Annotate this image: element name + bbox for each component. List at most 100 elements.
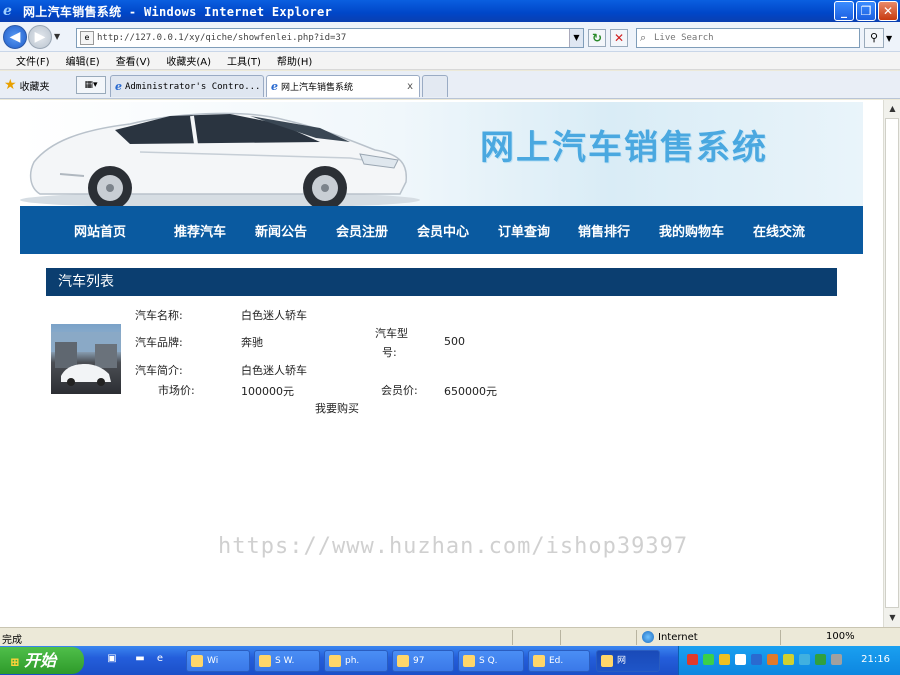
car-model-value: 500 (444, 335, 465, 348)
stop-icon: ✕ (613, 31, 625, 45)
arrow-right-icon: ▶ (34, 29, 46, 45)
globe-icon (642, 631, 654, 643)
window-titlebar[interactable]: e 网上汽车销售系统 - Windows Internet Explorer _… (0, 0, 900, 22)
nav-sales-ranking[interactable]: 销售排行 (578, 221, 630, 240)
tab-admin-control[interactable]: e Administrator's Contro... (110, 75, 264, 97)
search-input[interactable] (654, 33, 844, 43)
car-name-value: 白色迷人轿车 (241, 309, 307, 322)
member-price-value: 650000元 (444, 385, 497, 398)
car-list-header: 汽车列表 (46, 268, 837, 296)
qq-icon (463, 655, 475, 667)
taskbar-item[interactable]: S W. (254, 650, 320, 672)
tab-car-sales[interactable]: e 网上汽车销售系统 x (266, 75, 420, 97)
watermark: https://www.huzhan.com/ishop39397 (218, 534, 689, 559)
quick-tabs-button[interactable]: ▦▾ (76, 76, 106, 94)
car-photo (51, 332, 121, 386)
app-icon (397, 655, 409, 667)
status-divider (636, 630, 637, 645)
explorer-quicklaunch-icon[interactable]: ▬ (132, 653, 148, 669)
security-zone[interactable]: Internet (642, 631, 698, 643)
car-brand-value: 奔驰 (241, 336, 263, 349)
favorites-label: 收藏夹 (19, 81, 50, 93)
menu-file[interactable]: 文件(F) (16, 53, 50, 68)
taskbar-item-label: Ed. (549, 656, 564, 666)
market-price-label: 市场价: (158, 384, 195, 397)
minimize-button[interactable]: _ (834, 1, 854, 21)
tray-icon[interactable] (799, 654, 810, 665)
tab-label: 网上汽车销售系统 (281, 83, 354, 93)
star-icon: ★ (4, 77, 17, 93)
taskbar-item[interactable]: ph. (324, 650, 388, 672)
back-button[interactable]: ◀ (3, 25, 27, 49)
nav-news[interactable]: 新闻公告 (255, 221, 307, 240)
address-dropdown-icon[interactable]: ▼ (569, 29, 583, 47)
app-icon (191, 655, 203, 667)
menu-edit[interactable]: 编辑(E) (66, 53, 100, 68)
search-button[interactable]: ⚲ (864, 28, 884, 48)
vertical-scrollbar[interactable]: ▲ ▼ (883, 100, 900, 627)
taskbar-item[interactable]: Ed. (528, 650, 590, 672)
tray-icon[interactable] (815, 654, 826, 665)
car-name-label: 汽车名称: (135, 309, 183, 322)
folder-icon (259, 655, 271, 667)
buy-link[interactable]: 我要购买 (315, 400, 359, 416)
ie-quicklaunch-icon[interactable]: e (152, 653, 168, 669)
taskbar-item-ie-active[interactable]: 网 (596, 650, 660, 672)
status-divider (560, 630, 561, 645)
menu-bar: 文件(F) 编辑(E) 查看(V) 收藏夹(A) 工具(T) 帮助(H) (0, 52, 900, 70)
nav-shopping-cart[interactable]: 我的购物车 (659, 221, 724, 240)
favorites-button[interactable]: ★ 收藏夹 (4, 77, 50, 93)
app-icon (329, 655, 341, 667)
car-model-label-cont: 号: (382, 346, 397, 359)
tray-icon[interactable] (831, 654, 842, 665)
taskbar-item[interactable]: Wi (186, 650, 250, 672)
address-field[interactable]: e http://127.0.0.1/xy/qiche/showfenlei.p… (76, 28, 584, 48)
menu-tools[interactable]: 工具(T) (227, 53, 261, 68)
history-dropdown-icon[interactable]: ▼ (54, 32, 60, 41)
market-price-value: 100000元 (241, 385, 294, 398)
car-model-label: 汽车型 (375, 327, 408, 340)
start-button[interactable]: ⊞ 开始 (0, 647, 84, 674)
tray-icon[interactable] (767, 654, 778, 665)
taskbar-item-label: ph. (345, 656, 360, 666)
show-desktop-icon[interactable]: ▣ (104, 653, 120, 669)
tray-icon[interactable] (751, 654, 762, 665)
tray-icon[interactable] (719, 654, 730, 665)
taskbar-item[interactable]: 97 (392, 650, 454, 672)
tab-close-icon[interactable]: x (407, 81, 413, 92)
close-button[interactable]: ✕ (878, 1, 898, 21)
window-controls: _ ❐ ✕ (834, 1, 898, 21)
scroll-down-icon[interactable]: ▼ (886, 611, 899, 625)
nav-recommended-cars[interactable]: 推荐汽车 (174, 221, 226, 240)
forward-button[interactable]: ▶ (28, 25, 52, 49)
menu-favorites[interactable]: 收藏夹(A) (166, 53, 211, 68)
search-options-icon[interactable]: ▼ (886, 34, 892, 43)
menu-help[interactable]: 帮助(H) (277, 53, 312, 68)
taskbar-item[interactable]: S Q. (458, 650, 524, 672)
menu-view[interactable]: 查看(V) (116, 53, 151, 68)
clock[interactable]: 21:16 (861, 654, 890, 665)
tray-icon[interactable] (687, 654, 698, 665)
zoom-level[interactable]: 100% (826, 631, 855, 642)
zone-label: Internet (658, 631, 698, 643)
nav-online-chat[interactable]: 在线交流 (753, 221, 805, 240)
refresh-button[interactable]: ↻ (588, 29, 606, 47)
tray-icon[interactable] (783, 654, 794, 665)
taskbar-item-label: S W. (275, 656, 295, 666)
nav-member-center[interactable]: 会员中心 (417, 221, 469, 240)
car-intro-label: 汽车简介: (135, 364, 183, 377)
tray-icon[interactable] (735, 654, 746, 665)
scroll-up-icon[interactable]: ▲ (886, 102, 899, 116)
car-thumbnail[interactable] (51, 324, 121, 394)
stop-button[interactable]: ✕ (610, 29, 628, 47)
nav-register[interactable]: 会员注册 (336, 221, 388, 240)
nav-home[interactable]: 网站首页 (74, 221, 126, 240)
status-bar: 完成 Internet 100% (0, 627, 900, 646)
nav-order-query[interactable]: 订单查询 (498, 221, 550, 240)
site-banner: 网上汽车销售系统 (20, 102, 863, 206)
app-icon (533, 655, 545, 667)
restore-button[interactable]: ❐ (856, 1, 876, 21)
new-tab-button[interactable] (422, 75, 448, 97)
scroll-thumb[interactable] (885, 118, 899, 608)
tray-icon[interactable] (703, 654, 714, 665)
